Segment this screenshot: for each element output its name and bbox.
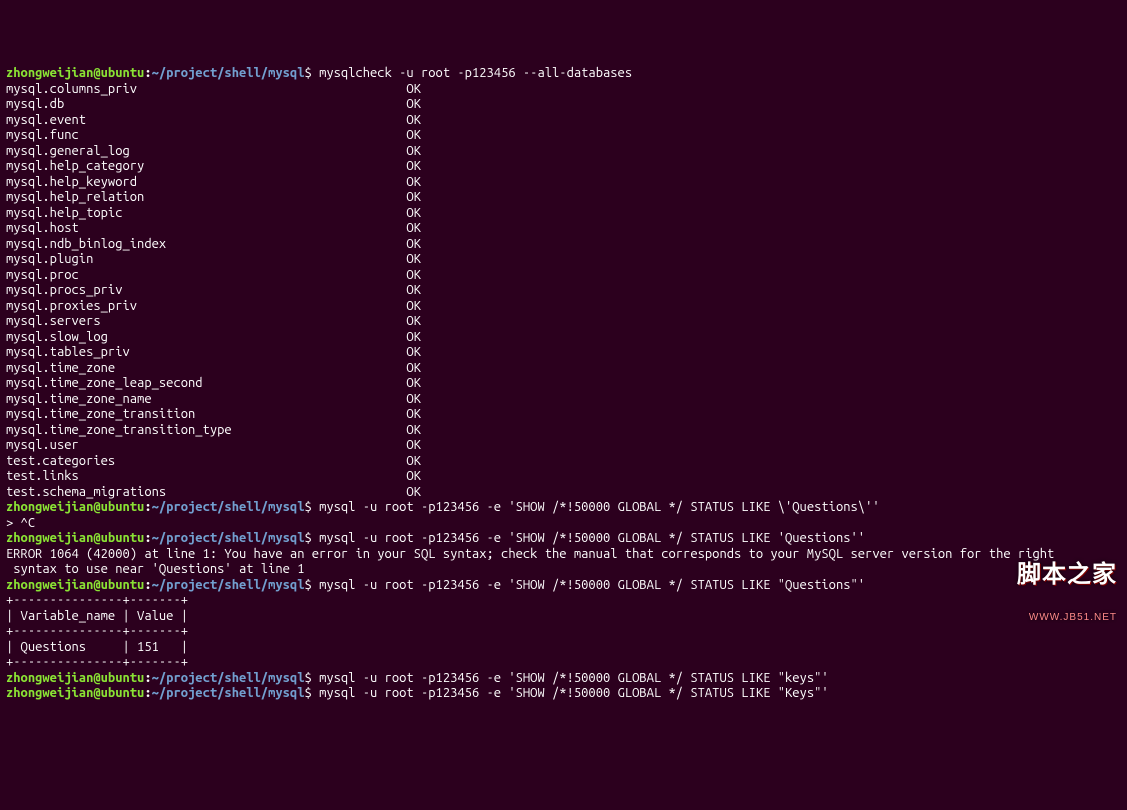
command-text: mysql -u root -p123456 -e 'SHOW /*!50000… — [319, 500, 880, 514]
check-result-row: mysql.help_topic OK — [6, 206, 1121, 222]
command-text: mysql -u root -p123456 -e 'SHOW /*!50000… — [319, 531, 865, 545]
check-result-row: mysql.time_zone_transition_type OK — [6, 423, 1121, 439]
check-result-row: mysql.db OK — [6, 97, 1121, 113]
check-result-row: mysql.slow_log OK — [6, 330, 1121, 346]
error-line: ERROR 1064 (42000) at line 1: You have a… — [6, 547, 1121, 563]
check-result-row: mysql.time_zone_leap_second OK — [6, 376, 1121, 392]
table-row: | Questions | 151 | — [6, 640, 1121, 656]
check-result-row: mysql.ndb_binlog_index OK — [6, 237, 1121, 253]
check-result-row: mysql.func OK — [6, 128, 1121, 144]
check-result-row: mysql.proxies_priv OK — [6, 299, 1121, 315]
check-result-row: mysql.tables_priv OK — [6, 345, 1121, 361]
prompt-path: ~/project/shell/mysql — [152, 500, 305, 514]
ctrl-c-line: > ^C — [6, 516, 1121, 532]
check-result-row: mysql.servers OK — [6, 314, 1121, 330]
command-text: mysql -u root -p123456 -e 'SHOW /*!50000… — [319, 686, 829, 700]
command-text: mysql -u root -p123456 -e 'SHOW /*!50000… — [319, 671, 829, 685]
table-border: +---------------+-------+ — [6, 624, 1121, 640]
prompt-path: ~/project/shell/mysql — [152, 66, 305, 80]
prompt-user: zhongweijian@ubuntu — [6, 686, 144, 700]
error-line: syntax to use near 'Questions' at line 1 — [6, 562, 1121, 578]
check-result-row: test.links OK — [6, 469, 1121, 485]
check-result-row: mysql.general_log OK — [6, 144, 1121, 160]
prompt-line[interactable]: zhongweijian@ubuntu:~/project/shell/mysq… — [6, 671, 1121, 687]
prompt-user: zhongweijian@ubuntu — [6, 671, 144, 685]
check-result-row: mysql.time_zone OK — [6, 361, 1121, 377]
prompt-path: ~/project/shell/mysql — [152, 686, 305, 700]
command-text: mysqlcheck -u root -p123456 --all-databa… — [319, 66, 632, 80]
prompt-line[interactable]: zhongweijian@ubuntu:~/project/shell/mysq… — [6, 686, 1121, 702]
prompt-user: zhongweijian@ubuntu — [6, 531, 144, 545]
check-result-row: mysql.help_category OK — [6, 159, 1121, 175]
command-text: mysql -u root -p123456 -e 'SHOW /*!50000… — [319, 578, 865, 592]
check-result-row: test.categories OK — [6, 454, 1121, 470]
prompt-line[interactable]: zhongweijian@ubuntu:~/project/shell/mysq… — [6, 500, 1121, 516]
prompt-line[interactable]: zhongweijian@ubuntu:~/project/shell/mysq… — [6, 578, 1121, 594]
check-result-row: mysql.event OK — [6, 113, 1121, 129]
prompt-user: zhongweijian@ubuntu — [6, 500, 144, 514]
check-result-row: mysql.columns_priv OK — [6, 82, 1121, 98]
terminal-output[interactable]: zhongweijian@ubuntu:~/project/shell/mysq… — [6, 66, 1121, 702]
table-header: | Variable_name | Value | — [6, 609, 1121, 625]
check-result-row: mysql.procs_priv OK — [6, 283, 1121, 299]
check-result-row: mysql.proc OK — [6, 268, 1121, 284]
prompt-path: ~/project/shell/mysql — [152, 671, 305, 685]
check-result-row: mysql.help_keyword OK — [6, 175, 1121, 191]
prompt-path: ~/project/shell/mysql — [152, 578, 305, 592]
table-border: +---------------+-------+ — [6, 593, 1121, 609]
check-result-row: mysql.plugin OK — [6, 252, 1121, 268]
check-result-row: mysql.host OK — [6, 221, 1121, 237]
check-result-row: mysql.user OK — [6, 438, 1121, 454]
table-border: +---------------+-------+ — [6, 655, 1121, 671]
prompt-user: zhongweijian@ubuntu — [6, 66, 144, 80]
prompt-user: zhongweijian@ubuntu — [6, 578, 144, 592]
prompt-line[interactable]: zhongweijian@ubuntu:~/project/shell/mysq… — [6, 66, 1121, 82]
prompt-line[interactable]: zhongweijian@ubuntu:~/project/shell/mysq… — [6, 531, 1121, 547]
check-result-row: mysql.time_zone_name OK — [6, 392, 1121, 408]
prompt-path: ~/project/shell/mysql — [152, 531, 305, 545]
check-result-row: test.schema_migrations OK — [6, 485, 1121, 501]
check-result-row: mysql.help_relation OK — [6, 190, 1121, 206]
check-result-row: mysql.time_zone_transition OK — [6, 407, 1121, 423]
